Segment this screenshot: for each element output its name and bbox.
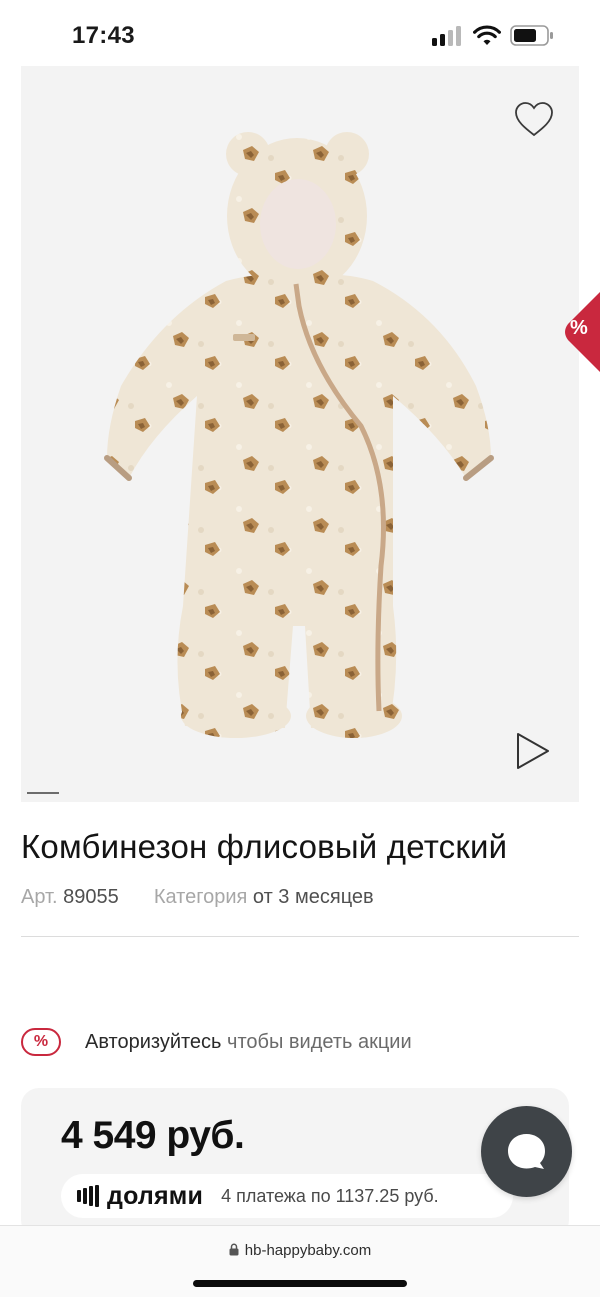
cellular-signal-icon (432, 26, 464, 46)
gallery-pager-indicator (27, 792, 59, 794)
product-title: Комбинезон флисовый детский (21, 828, 508, 865)
percent-icon: % (21, 1028, 61, 1056)
product-price: 4 549 руб. (61, 1114, 245, 1157)
dolyami-bars-icon (77, 1185, 101, 1207)
dolyami-installment[interactable]: долями 4 платежа по 1137.25 руб. (61, 1174, 513, 1218)
sale-badge[interactable]: % (562, 292, 600, 372)
product-photo (104, 132, 494, 738)
play-icon[interactable] (515, 731, 551, 771)
heart-icon[interactable] (513, 100, 555, 140)
sale-badge-label: % (570, 317, 588, 339)
product-meta: Арт. 89055 Категория от 3 месяцев (21, 886, 374, 909)
divider (21, 936, 579, 937)
browser-address-bar[interactable]: hb-happybaby.com (0, 1225, 600, 1297)
promo-login-banner: % Авторизуйтесь чтобы видеть акции (21, 1027, 412, 1057)
chat-bubble-icon (508, 1134, 545, 1169)
lock-icon (229, 1243, 239, 1256)
article-label: Арт. (21, 886, 58, 908)
promo-description: чтобы видеть акции (227, 1030, 412, 1053)
promo-text: Авторизуйтесь чтобы видеть акции (85, 1031, 412, 1054)
home-indicator[interactable] (193, 1280, 407, 1287)
chat-button[interactable] (481, 1106, 572, 1197)
login-link[interactable]: Авторизуйтесь (85, 1031, 221, 1053)
wifi-icon (473, 25, 501, 45)
dolyami-brand: долями (107, 1181, 204, 1210)
status-time: 17:43 (72, 22, 135, 49)
dolyami-payment-text: 4 платежа по 1137.25 руб. (221, 1185, 439, 1206)
article-value: 89055 (63, 886, 119, 908)
dolyami-logo: долями (77, 1182, 203, 1211)
battery-icon (510, 25, 553, 46)
url-display[interactable]: hb-happybaby.com (0, 1242, 600, 1259)
status-bar: 17:43 (0, 0, 600, 66)
url-text: hb-happybaby.com (244, 1242, 372, 1259)
product-gallery[interactable] (21, 66, 579, 802)
category-label: Категория (153, 886, 248, 908)
category-value[interactable]: от 3 месяцев (253, 886, 374, 908)
